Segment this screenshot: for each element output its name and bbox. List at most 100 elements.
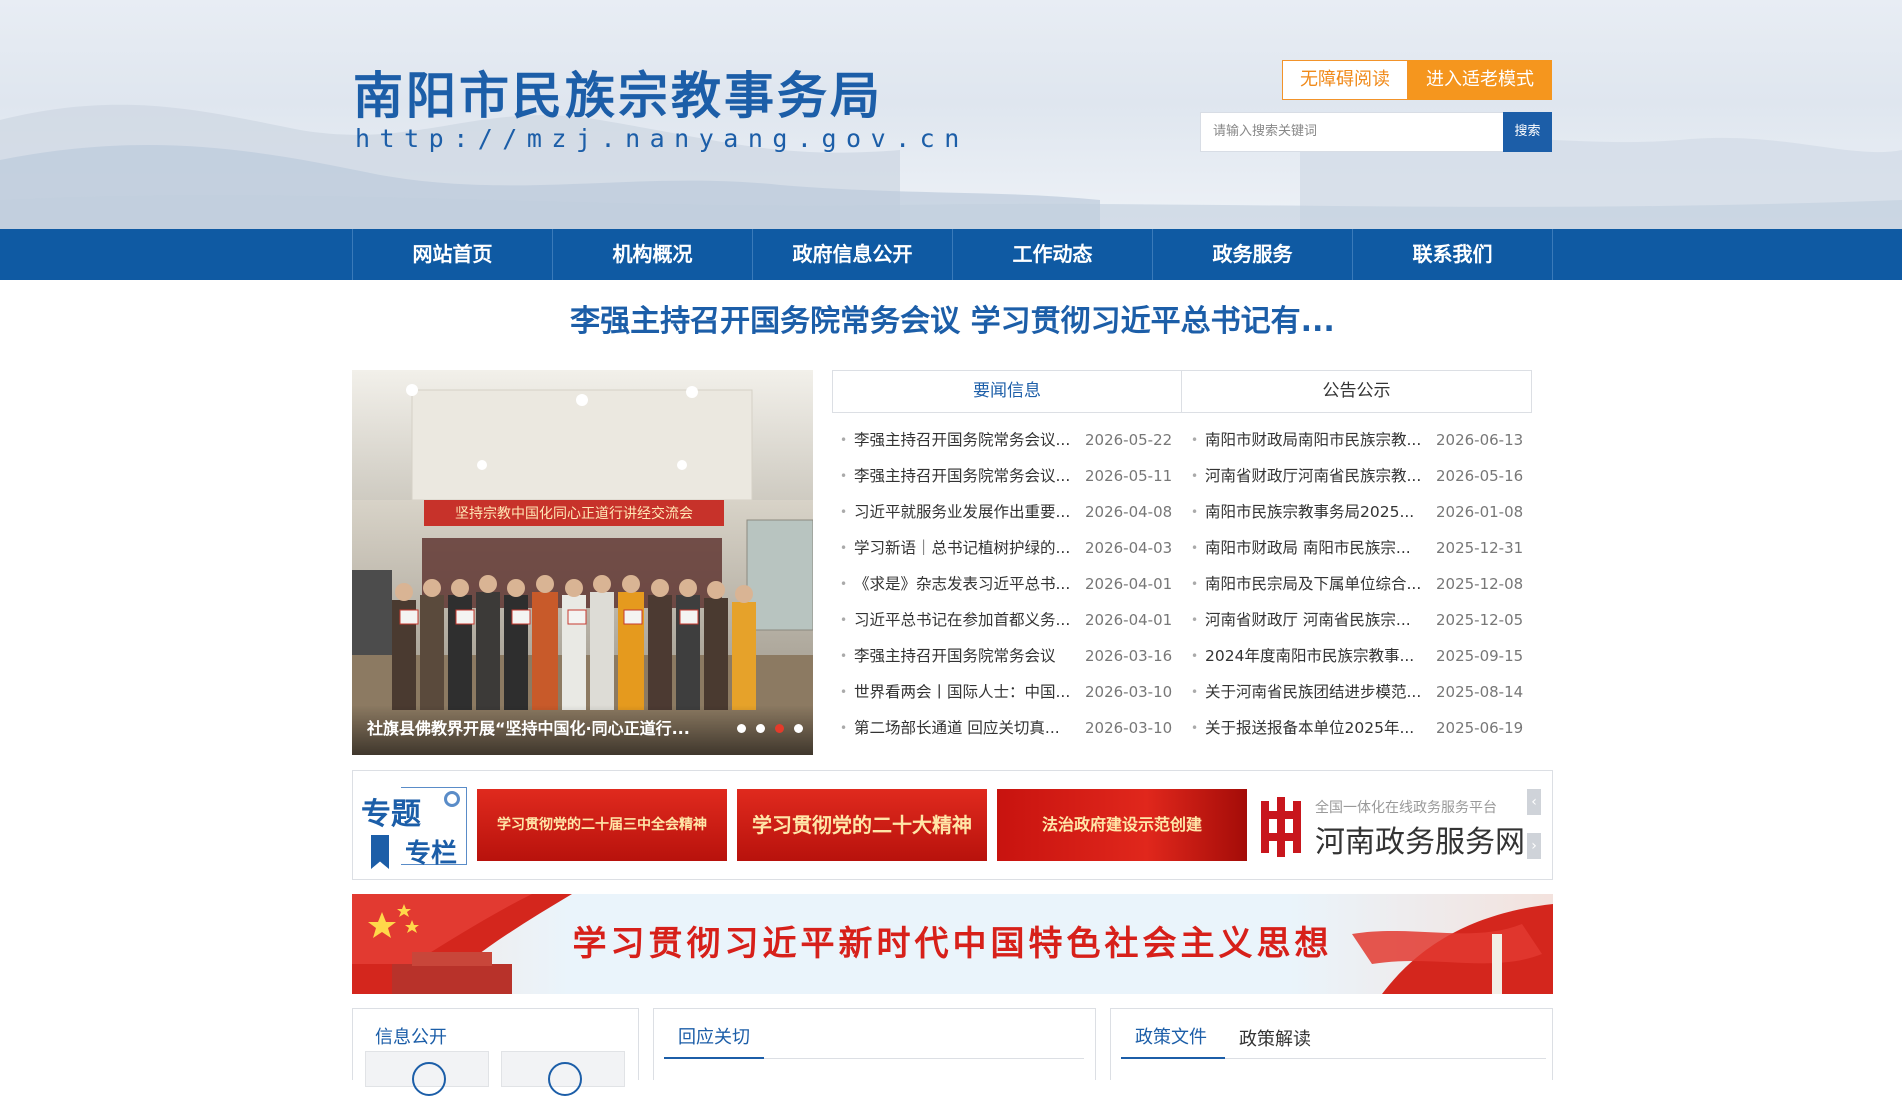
news-title[interactable]: 李强主持召开国务院常务会议... xyxy=(854,462,1077,498)
announcement-list-item[interactable]: • 南阳市财政局南阳市民族宗教... 2026-06-13 xyxy=(1191,426,1541,462)
policy-panel: 政策文件 政策解读 xyxy=(1110,1008,1553,1080)
info-disclosure-title[interactable]: 信息公开 xyxy=(375,1023,447,1049)
announcement-list-item[interactable]: • 南阳市民宗局及下属单位综合... 2025-12-08 xyxy=(1191,570,1541,606)
scroll-down-arrow-icon[interactable]: › xyxy=(1527,833,1541,859)
news-list-item[interactable]: • 习近平总书记在参加首都义务... 2026-04-01 xyxy=(840,606,1190,642)
tab-policy-interpretation[interactable]: 政策解读 xyxy=(1239,1025,1311,1051)
topic-banner-third-plenum[interactable]: 学习贯彻党的二十届三中全会精神 xyxy=(477,789,727,861)
news-date: 2025-12-31 xyxy=(1436,539,1524,557)
folder-icon xyxy=(548,1062,582,1096)
bullet-icon: • xyxy=(1191,541,1199,555)
news-list-item[interactable]: • 李强主持召开国务院常务会议 2026-03-16 xyxy=(840,642,1190,678)
news-title[interactable]: 李强主持召开国务院常务会议... xyxy=(854,426,1077,462)
announcement-list-item[interactable]: • 河南省财政厅河南省民族宗教... 2026-05-16 xyxy=(1191,462,1541,498)
announcement-list-item[interactable]: • 2024年度南阳市民族宗教事... 2025-09-15 xyxy=(1191,642,1541,678)
carousel-dots xyxy=(737,724,803,733)
topics-label-2: 专栏 xyxy=(405,839,458,869)
news-title[interactable]: 关于河南省民族团结进步模范... xyxy=(1205,678,1428,714)
bullet-icon: • xyxy=(1191,577,1199,591)
bullet-icon: • xyxy=(840,505,848,519)
news-list-item[interactable]: • 第二场部长通道 回应关切真... 2026-03-10 xyxy=(840,714,1190,750)
announcement-list-item[interactable]: • 关于报送报备本单位2025年... 2025-06-19 xyxy=(1191,714,1541,750)
news-list-item[interactable]: • 李强主持召开国务院常务会议... 2026-05-11 xyxy=(840,462,1190,498)
news-title[interactable]: 2024年度南阳市民族宗教事... xyxy=(1205,642,1428,678)
topic-banner-20th-congress[interactable]: 学习贯彻党的二十大精神 xyxy=(737,789,987,861)
tab-important-news[interactable]: 要闻信息 xyxy=(832,370,1182,413)
info-disclosure-guide-button[interactable] xyxy=(365,1051,489,1096)
document-icon xyxy=(412,1062,446,1096)
bullet-icon: • xyxy=(840,541,848,555)
bullet-icon: • xyxy=(840,577,848,591)
news-title[interactable]: 南阳市民宗局及下属单位综合... xyxy=(1205,570,1428,606)
announcement-list-item[interactable]: • 关于河南省民族团结进步模范... 2025-08-14 xyxy=(1191,678,1541,714)
news-date: 2026-03-16 xyxy=(1085,647,1173,665)
carousel-caption[interactable]: 社旗县佛教界开展“坚持中国化·同心正道行... xyxy=(367,715,697,739)
nav-item-contact[interactable]: 联系我们 xyxy=(1353,229,1553,280)
scroll-up-arrow-icon[interactable]: ‹ xyxy=(1527,789,1541,815)
special-topics: 专题 专栏 学习贯彻党的二十届三中全会精神 学习贯彻党的二十大精神 法治政府建设… xyxy=(352,770,1553,880)
headline-link[interactable]: 李强主持召开国务院常务会议 学习贯彻习近平总书记有... xyxy=(352,296,1553,340)
bullet-icon: • xyxy=(1191,505,1199,519)
news-list-item[interactable]: • 学习新语｜总书记植树护绿的... 2026-04-03 xyxy=(840,534,1190,570)
news-list-item[interactable]: • 《求是》杂志发表习近平总书... 2026-04-01 xyxy=(840,570,1190,606)
topic-banner-rule-of-law[interactable]: 法治政府建设示范创建 xyxy=(997,789,1247,861)
carousel-dot-active[interactable] xyxy=(775,724,784,733)
nav-item-about[interactable]: 机构概况 xyxy=(553,229,753,280)
elder-mode-button[interactable]: 进入适老模式 xyxy=(1408,60,1552,100)
info-disclosure-catalog-button[interactable] xyxy=(501,1051,625,1096)
nav-item-home[interactable]: 网站首页 xyxy=(353,229,553,280)
news-title[interactable]: 习近平就服务业发展作出重要... xyxy=(854,498,1077,534)
topics-label-1: 专题 xyxy=(361,797,421,832)
news-date: 2025-12-05 xyxy=(1436,611,1524,629)
carousel-dot[interactable] xyxy=(794,724,803,733)
topics-logo: 专题 专栏 xyxy=(361,777,471,873)
photo-carousel[interactable]: 坚持宗教中国化同心正道行讲经交流会 社旗县佛教界开展“坚持中国化·同心正道行..… xyxy=(352,370,813,755)
site-title[interactable]: 南阳市民族宗教事务局 xyxy=(353,56,883,128)
accessibility-button[interactable]: 无障碍阅读 xyxy=(1282,60,1408,100)
henan-service-subtitle: 全国一体化在线政务服务平台 xyxy=(1315,800,1497,816)
news-date: 2025-06-19 xyxy=(1436,719,1524,737)
tab-announcements[interactable]: 公告公示 xyxy=(1182,370,1532,413)
thought-banner[interactable]: 学习贯彻习近平新时代中国特色社会主义思想 xyxy=(352,894,1553,994)
carousel-dot[interactable] xyxy=(756,724,765,733)
news-list-item[interactable]: • 世界看两会丨国际人士：中国... 2026-03-10 xyxy=(840,678,1190,714)
news-title[interactable]: 习近平总书记在参加首都义务... xyxy=(854,606,1077,642)
news-title[interactable]: 南阳市财政局南阳市民族宗教... xyxy=(1205,426,1428,462)
bullet-icon: • xyxy=(840,433,848,447)
news-title[interactable]: 河南省财政厅河南省民族宗教... xyxy=(1205,462,1428,498)
header: 南阳市民族宗教事务局 http://mzj.nanyang.gov.cn 无障碍… xyxy=(0,0,1902,229)
search-button[interactable]: 搜索 xyxy=(1503,112,1552,152)
news-title[interactable]: 李强主持召开国务院常务会议 xyxy=(854,642,1077,678)
news-title[interactable]: 世界看两会丨国际人士：中国... xyxy=(854,678,1077,714)
tab-policy-documents[interactable]: 政策文件 xyxy=(1135,1023,1207,1049)
news-title[interactable]: 第二场部长通道 回应关切真... xyxy=(854,714,1077,750)
news-list-item[interactable]: • 习近平就服务业发展作出重要... 2026-04-08 xyxy=(840,498,1190,534)
circle-icon xyxy=(444,791,460,807)
announcement-list-item[interactable]: • 南阳市财政局 南阳市民族宗... 2025-12-31 xyxy=(1191,534,1541,570)
news-title[interactable]: 南阳市财政局 南阳市民族宗... xyxy=(1205,534,1428,570)
nav-item-services[interactable]: 政务服务 xyxy=(1153,229,1353,280)
search-input[interactable]: 请输入搜索关键词 xyxy=(1200,112,1504,152)
news-title[interactable]: 学习新语｜总书记植树护绿的... xyxy=(854,534,1077,570)
henan-service-link[interactable]: 全国一体化在线政务服务平台 河南政务服务网 xyxy=(1257,789,1525,861)
nav-item-disclosure[interactable]: 政府信息公开 xyxy=(753,229,953,280)
news-title[interactable]: 关于报送报备本单位2025年... xyxy=(1205,714,1428,750)
mountain-background xyxy=(0,104,1902,229)
news-date: 2026-04-03 xyxy=(1085,539,1173,557)
news-date: 2026-04-01 xyxy=(1085,575,1173,593)
news-title[interactable]: 河南省财政厅 河南省民族宗... xyxy=(1205,606,1428,642)
news-date: 2025-08-14 xyxy=(1436,683,1524,701)
carousel-dot[interactable] xyxy=(737,724,746,733)
bullet-icon: • xyxy=(840,721,848,735)
main-nav: 网站首页 机构概况 政府信息公开 工作动态 政务服务 联系我们 xyxy=(0,229,1902,280)
bullet-icon: • xyxy=(840,649,848,663)
news-list-item[interactable]: • 李强主持召开国务院常务会议... 2026-05-22 xyxy=(840,426,1190,462)
news-date: 2026-04-08 xyxy=(1085,503,1173,521)
announcement-list-item[interactable]: • 南阳市民族宗教事务局2025... 2026-01-08 xyxy=(1191,498,1541,534)
news-title[interactable]: 《求是》杂志发表习近平总书... xyxy=(854,570,1077,606)
henan-service-logo-icon xyxy=(1261,797,1301,857)
nav-item-news[interactable]: 工作动态 xyxy=(953,229,1153,280)
announcement-list-item[interactable]: • 河南省财政厅 河南省民族宗... 2025-12-05 xyxy=(1191,606,1541,642)
response-title[interactable]: 回应关切 xyxy=(678,1023,750,1049)
news-title[interactable]: 南阳市民族宗教事务局2025... xyxy=(1205,498,1428,534)
